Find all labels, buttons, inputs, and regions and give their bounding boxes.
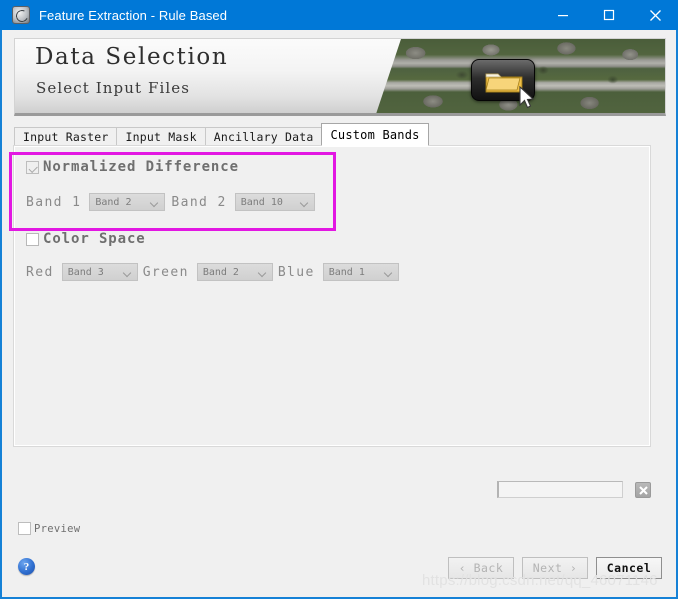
nd-band2-select[interactable]: Band 10	[234, 193, 315, 211]
page-title: Data Selection	[35, 44, 229, 70]
nd-band1-select[interactable]: Band 2	[89, 193, 166, 211]
nd-band1-value: Band 2	[95, 196, 132, 208]
nd-band1-label: Band 1	[26, 194, 82, 210]
cs-red-label: Red	[26, 264, 54, 280]
preview-checkbox-row[interactable]: Preview	[18, 522, 80, 535]
preview-checkbox[interactable]	[18, 522, 31, 535]
normalized-difference-fields-row: Band 1 Band 2 Band 2 Band 10	[26, 193, 315, 211]
chevron-down-icon	[385, 270, 392, 274]
wizard-banner: Data Selection Select Input Files	[14, 38, 666, 116]
application-window: Feature Extraction - Rule Based Data Sel…	[0, 0, 678, 599]
nd-band2-value: Band 10	[240, 196, 283, 208]
cs-blue-label: Blue	[277, 264, 315, 280]
page-subtitle: Select Input Files	[36, 79, 191, 97]
window-controls	[540, 0, 678, 30]
color-space-checkbox-row[interactable]: Color Space	[26, 231, 146, 247]
preview-label: Preview	[34, 522, 81, 535]
mouse-pointer-icon	[519, 86, 535, 109]
progress-field[interactable]	[497, 481, 623, 498]
cs-red-select[interactable]: Band 3	[61, 263, 138, 281]
wizard-button-bar: ‹ Back Next › Cancel	[448, 557, 662, 579]
cs-green-select[interactable]: Band 2	[196, 263, 273, 281]
nd-band2-label: Band 2	[171, 194, 227, 210]
color-space-label: Color Space	[43, 231, 146, 247]
cs-green-value: Band 2	[202, 266, 239, 278]
cs-blue-value: Band 1	[328, 266, 365, 278]
chevron-down-icon	[124, 270, 131, 274]
help-question-icon[interactable]: ?	[18, 558, 35, 575]
tab-strip: Input Raster Input Mask Ancillary Data C…	[14, 123, 429, 146]
close-icon[interactable]	[632, 0, 678, 30]
folder-icon	[471, 59, 535, 109]
window-title: Feature Extraction - Rule Based	[39, 7, 228, 23]
color-space-checkbox[interactable]	[26, 232, 39, 246]
cs-green-label: Green	[142, 264, 189, 280]
chevron-down-icon	[301, 200, 308, 204]
tab-input-raster[interactable]: Input Raster	[14, 127, 118, 146]
cancel-button[interactable]: Cancel	[596, 557, 662, 579]
title-bar[interactable]: Feature Extraction - Rule Based	[0, 0, 678, 30]
tab-input-mask[interactable]: Input Mask	[116, 127, 206, 146]
tab-ancillary-data[interactable]: Ancillary Data	[204, 127, 323, 146]
chevron-down-icon	[259, 270, 266, 274]
tab-custom-bands[interactable]: Custom Bands	[321, 123, 429, 146]
back-button[interactable]: ‹ Back	[448, 557, 514, 579]
cs-red-value: Band 3	[67, 266, 104, 278]
app-globe-icon	[12, 6, 30, 24]
custom-bands-panel: Normalized Difference Band 1 Band 2 Band…	[13, 145, 651, 447]
normalized-difference-checkbox-row[interactable]: Normalized Difference	[26, 159, 239, 175]
next-button[interactable]: Next ›	[522, 557, 588, 579]
aerial-photo-image	[375, 39, 665, 113]
color-space-fields-row: Red Band 3 Green Band 2 Blue Band 1	[26, 263, 399, 281]
normalized-difference-label: Normalized Difference	[43, 159, 239, 175]
cs-blue-select[interactable]: Band 1	[322, 263, 399, 281]
minimize-icon[interactable]	[540, 0, 586, 30]
chevron-down-icon	[151, 200, 158, 204]
cancel-x-icon[interactable]	[635, 482, 651, 498]
maximize-icon[interactable]	[586, 0, 632, 30]
normalized-difference-checkbox[interactable]	[26, 160, 39, 174]
